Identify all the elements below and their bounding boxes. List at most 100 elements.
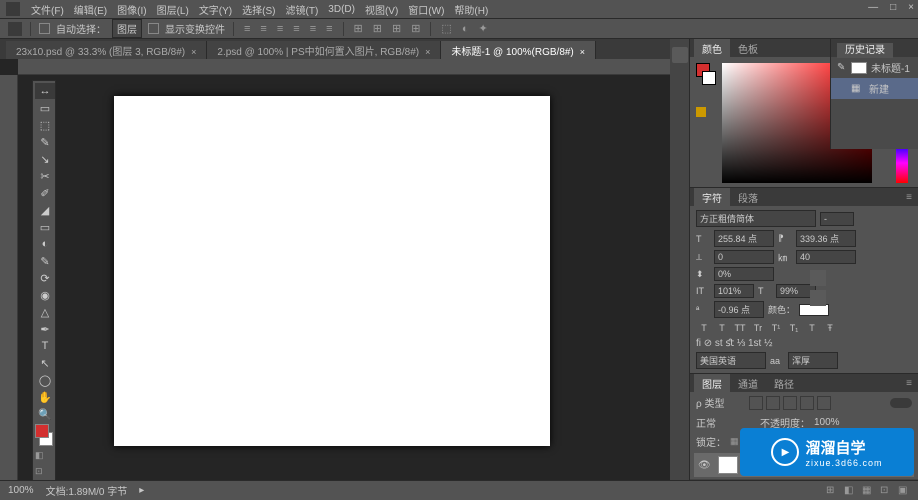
panel-menu-icon[interactable]: ≡ <box>900 378 918 389</box>
swatches-tab[interactable]: 色板 <box>730 39 766 58</box>
antialias-select[interactable]: 浑厚 <box>788 352 838 369</box>
filter-type-select[interactable]: ρ 类型 <box>696 395 746 410</box>
gamut-warning-icon[interactable] <box>696 107 706 117</box>
layer-thumbnail[interactable] <box>718 456 738 474</box>
smallcaps-button[interactable]: Tr <box>750 321 766 335</box>
language-select[interactable]: 美国英语 <box>696 352 766 369</box>
eyedropper-tool[interactable]: ✂ <box>35 168 55 184</box>
menu-edit[interactable]: 编辑(E) <box>69 2 112 17</box>
3d-mode-icon[interactable]: ✦ <box>476 22 489 35</box>
hand-tool[interactable]: ✋ <box>35 389 55 405</box>
font-family-select[interactable]: 方正粗倩简体 <box>696 210 816 227</box>
filter-adjust-icon[interactable] <box>766 396 780 410</box>
italic-button[interactable]: T <box>714 321 730 335</box>
marquee-tool[interactable]: ▭ <box>35 100 55 116</box>
blur-tool[interactable]: ◉ <box>35 287 55 303</box>
lasso-tool[interactable]: ⬚ <box>35 117 55 133</box>
timeline-icon[interactable]: ⊞ <box>826 485 838 497</box>
menu-type[interactable]: 文字(Y) <box>194 2 237 17</box>
color-tab[interactable]: 颜色 <box>694 39 730 58</box>
3d-mode-icon[interactable]: ⬚ <box>439 22 453 35</box>
document-tab[interactable]: 23x10.psd @ 33.3% (图层 3, RGB/8#)× <box>6 41 207 59</box>
sub-button[interactable]: T₁ <box>786 321 802 335</box>
menu-window[interactable]: 窗口(W) <box>403 2 449 17</box>
collapsed-panel-icon[interactable] <box>810 290 826 306</box>
3d-mode-icon[interactable]: ◐ <box>460 23 471 35</box>
autoselect-dropdown[interactable]: 图层 <box>112 19 142 38</box>
strike-button[interactable]: Ŧ <box>822 321 838 335</box>
align-icon[interactable]: ≡ <box>258 23 268 35</box>
pen-tool[interactable]: ✒ <box>35 321 55 337</box>
zoom-level[interactable]: 100% <box>8 485 34 496</box>
panel-menu-icon[interactable]: ≡ <box>900 192 918 203</box>
close-tab-icon[interactable]: × <box>425 47 430 57</box>
font-style-select[interactable]: - <box>820 212 854 226</box>
scale-input[interactable]: 0% <box>714 267 774 281</box>
menu-filter[interactable]: 滤镜(T) <box>281 2 324 17</box>
history-snapshot[interactable]: ✎未标题-1 <box>831 57 918 78</box>
menu-image[interactable]: 图像(I) <box>112 2 151 17</box>
fg-color-swatch[interactable] <box>35 424 49 438</box>
vscale-input[interactable]: 101% <box>714 284 754 298</box>
opacity-input[interactable]: 100% <box>814 417 854 428</box>
collapsed-panel-icon[interactable] <box>810 270 826 286</box>
paths-tab[interactable]: 路径 <box>766 374 802 393</box>
timeline-icon[interactable]: ◧ <box>844 485 856 497</box>
move-tool[interactable]: ↔ <box>35 83 55 99</box>
paragraph-tab[interactable]: 段落 <box>730 188 766 207</box>
close-tab-icon[interactable]: × <box>191 47 196 57</box>
document-tab[interactable]: 2.psd @ 100% | PS中如何置入图片, RGB/8#)× <box>207 41 441 59</box>
ruler-horizontal[interactable] <box>18 59 670 75</box>
quickmask-toggle[interactable]: ◧ <box>35 450 53 462</box>
caps-button[interactable]: TT <box>732 321 748 335</box>
menu-help[interactable]: 帮助(H) <box>449 2 493 17</box>
filter-type-icon[interactable] <box>783 396 797 410</box>
menu-view[interactable]: 视图(V) <box>360 2 403 17</box>
autoselect-checkbox[interactable] <box>39 23 50 34</box>
underline-button[interactable]: T <box>804 321 820 335</box>
align-icon[interactable]: ≡ <box>275 23 285 35</box>
close-button[interactable]: × <box>908 2 914 13</box>
menu-file[interactable]: 文件(F) <box>26 2 69 17</box>
visibility-toggle-icon[interactable]: 👁 <box>698 460 712 471</box>
align-icon[interactable]: ≡ <box>242 23 252 35</box>
canvas[interactable] <box>114 96 550 446</box>
distribute-icon[interactable]: ⊞ <box>352 22 365 35</box>
filter-smart-icon[interactable] <box>817 396 831 410</box>
timeline-icon[interactable]: ▦ <box>862 485 874 497</box>
align-icon[interactable]: ≡ <box>308 23 318 35</box>
ruler-vertical[interactable] <box>0 75 18 480</box>
bg-swatch[interactable] <box>702 71 716 85</box>
eraser-tool[interactable]: ✎ <box>35 253 55 269</box>
opentype-icons[interactable]: fi ⊘ st ﬆ ⅓ 1st ½ <box>696 338 772 349</box>
filter-toggle[interactable] <box>890 398 912 408</box>
brush-tool[interactable]: ◢ <box>35 202 55 218</box>
character-tab[interactable]: 字符 <box>694 188 730 207</box>
super-button[interactable]: T¹ <box>768 321 784 335</box>
doc-info[interactable]: 文档:1.89M/0 字节 <box>46 483 128 498</box>
crop-tool[interactable]: ↘ <box>35 151 55 167</box>
distribute-icon[interactable]: ⊞ <box>390 22 403 35</box>
close-tab-icon[interactable]: × <box>580 47 585 57</box>
history-tab[interactable]: 历史记录 <box>837 43 893 58</box>
panel-icon[interactable] <box>672 47 688 63</box>
baseline-input[interactable]: -0.96 点 <box>714 301 764 318</box>
timeline-icon[interactable]: ⊡ <box>880 485 892 497</box>
shape-tool[interactable]: ◯ <box>35 372 55 388</box>
history-brush-tool[interactable]: ◐ <box>35 236 55 252</box>
minimize-button[interactable]: — <box>868 2 878 13</box>
history-state[interactable]: ▦新建 <box>831 78 918 99</box>
path-tool[interactable]: ↖ <box>35 355 55 371</box>
showtransform-checkbox[interactable] <box>148 23 159 34</box>
tracking-input[interactable]: 40 <box>796 250 856 264</box>
layers-tab[interactable]: 图层 <box>694 374 730 393</box>
align-icon[interactable]: ≡ <box>324 23 334 35</box>
distribute-icon[interactable]: ⊞ <box>409 22 422 35</box>
screenmode-toggle[interactable]: ⊡ <box>35 466 53 478</box>
leading-input[interactable]: 339.36 点 <box>796 230 856 247</box>
align-icon[interactable]: ≡ <box>291 23 301 35</box>
color-swatches[interactable] <box>35 424 53 446</box>
bold-button[interactable]: T <box>696 321 712 335</box>
font-size-input[interactable]: 255.84 点 <box>714 230 774 247</box>
type-tool[interactable]: T <box>35 338 55 354</box>
